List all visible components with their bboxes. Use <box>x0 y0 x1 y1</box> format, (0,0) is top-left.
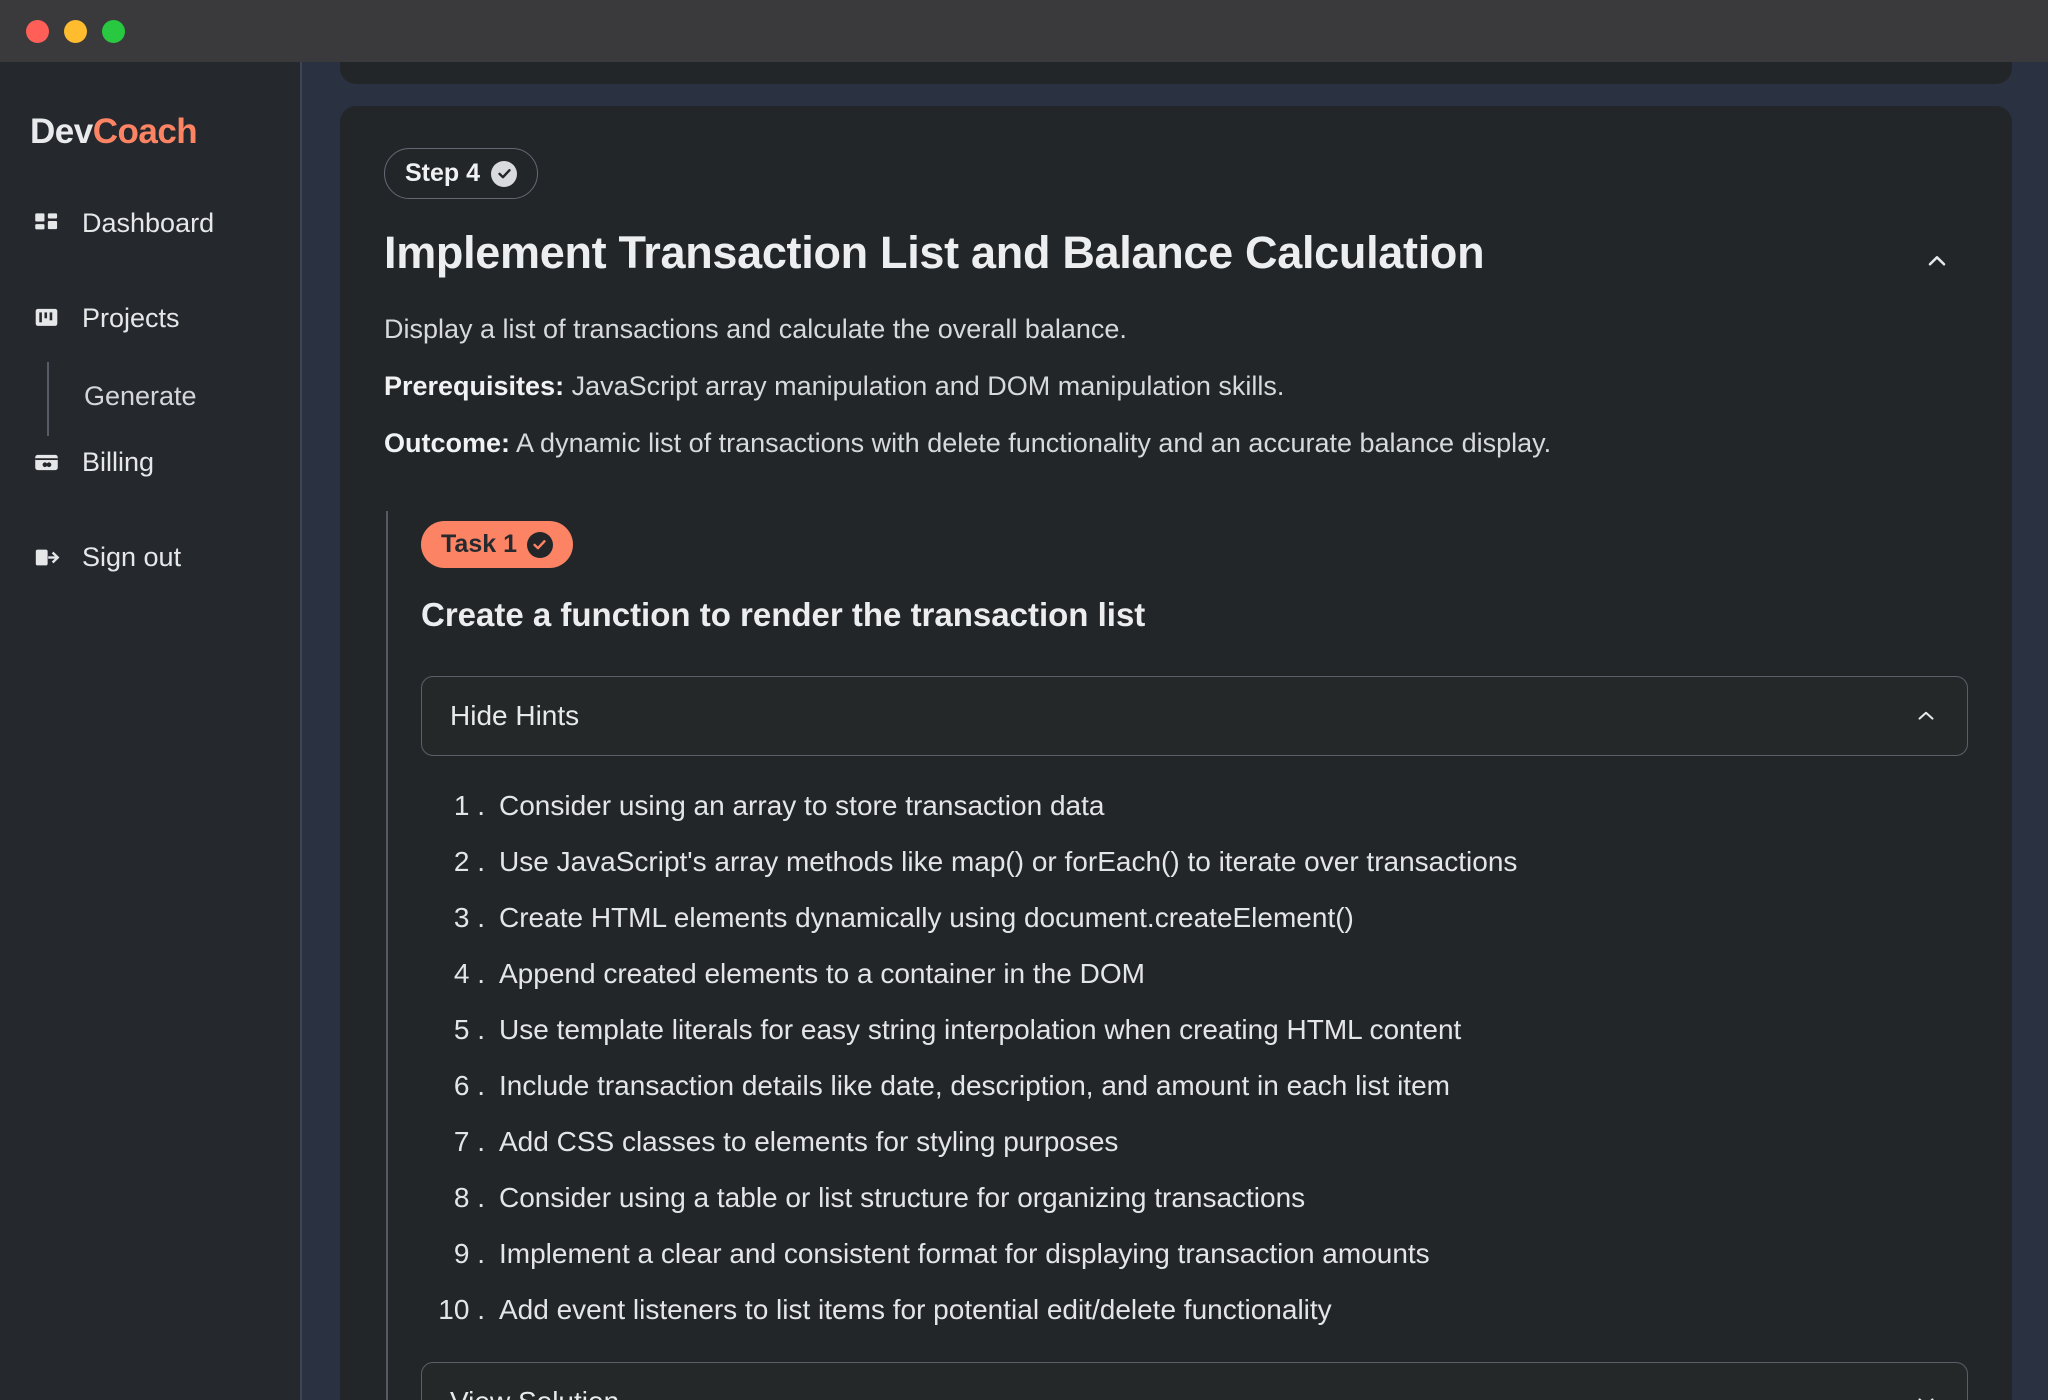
hint-item: 5 . Use template literals for easy string… <box>421 1012 1968 1047</box>
hint-item: 8 . Consider using a table or list struct… <box>421 1180 1968 1215</box>
hint-text: Use template literals for easy string in… <box>499 1014 1462 1046</box>
window-minimize-button[interactable] <box>64 19 87 43</box>
chevron-up-icon <box>1913 703 1939 729</box>
task-block: Task 1 Create a function to render the t… <box>386 511 1968 1400</box>
sidebar-item-label: Billing <box>82 446 155 477</box>
outcome-value: A dynamic list of transactions with dele… <box>516 428 1552 459</box>
window-close-button[interactable] <box>26 19 49 43</box>
hint-item: 7 . Add CSS classes to elements for styli… <box>421 1124 1968 1159</box>
hint-number: 2 . <box>453 846 485 878</box>
logo-text-first: Dev <box>30 112 93 151</box>
hint-number: 9 . <box>453 1238 485 1270</box>
hint-item: 1 . Consider using an array to store tran… <box>421 788 1968 823</box>
page-title: Implement Transaction List and Balance C… <box>384 227 1485 278</box>
hint-text: Add CSS classes to elements for styling … <box>499 1126 1119 1158</box>
previous-step-card-partial[interactable] <box>340 62 2012 84</box>
main-content: Step 4 Implement Transaction List and Ba… <box>304 62 2048 1400</box>
step-header: Implement Transaction List and Balance C… <box>384 228 1968 288</box>
task-badge[interactable]: Task 1 <box>421 521 573 569</box>
hint-text: Implement a clear and consistent format … <box>499 1238 1430 1270</box>
logo-text-second: Coach <box>92 112 198 151</box>
window-zoom-button[interactable] <box>102 19 125 43</box>
hint-number: 8 . <box>453 1182 485 1214</box>
sidebar-nav: Dashboard Projects Generate Billing Sign… <box>0 197 300 583</box>
chevron-up-icon <box>1924 248 1950 274</box>
hint-text: Consider using a table or list structure… <box>499 1182 1306 1214</box>
sidebar-item-generate[interactable]: Generate <box>49 372 300 420</box>
check-circle-icon <box>526 531 553 558</box>
hints-toggle[interactable]: Hide Hints <box>421 676 1968 757</box>
sidebar-item-billing[interactable]: Billing <box>0 436 300 488</box>
hint-text: Create HTML elements dynamically using d… <box>499 902 1354 934</box>
hint-number: 5 . <box>453 1014 485 1046</box>
hint-item: 10 . Add event listeners to list items fo… <box>421 1292 1968 1327</box>
window-titlebar <box>0 0 2048 62</box>
hint-item: 2 . Use JavaScript's array methods like m… <box>421 844 1968 879</box>
hint-item: 9 . Implement a clear and consistent form… <box>421 1236 1968 1271</box>
step-outcome: Outcome: A dynamic list of transactions … <box>384 426 1968 461</box>
app-window: DevCoach Dashboard Projects Generate Bil… <box>0 0 2048 1400</box>
app-logo[interactable]: DevCoach <box>30 114 300 149</box>
sidebar-item-sign-out[interactable]: Sign out <box>0 531 300 583</box>
hint-number: 10 . <box>438 1294 485 1326</box>
prerequisites-label: Prerequisites: <box>384 371 565 402</box>
step-card: Step 4 Implement Transaction List and Ba… <box>340 106 2012 1400</box>
step-badge-label: Step 4 <box>405 159 481 187</box>
projects-board-icon <box>33 305 60 332</box>
sidebar-item-projects[interactable]: Projects <box>0 292 300 344</box>
hint-text: Consider using an array to store transac… <box>499 790 1105 822</box>
outcome-label: Outcome: <box>384 428 511 459</box>
prerequisites-value: JavaScript array manipulation and DOM ma… <box>571 371 1285 402</box>
hint-number: 3 . <box>453 902 485 934</box>
hint-number: 6 . <box>453 1070 485 1102</box>
sidebar-subitem-label: Generate <box>84 380 197 411</box>
solution-toggle-label: View Solution <box>450 1386 619 1400</box>
sidebar-item-label: Sign out <box>82 541 182 572</box>
hint-number: 1 . <box>453 790 485 822</box>
step-description: Display a list of transactions and calcu… <box>384 314 1127 344</box>
sidebar-item-dashboard[interactable]: Dashboard <box>0 197 300 249</box>
step-badge[interactable]: Step 4 <box>384 148 539 199</box>
hint-number: 7 . <box>453 1126 485 1158</box>
sign-out-icon <box>33 544 60 571</box>
solution-toggle[interactable]: View Solution <box>421 1362 1968 1400</box>
hint-number: 4 . <box>453 958 485 990</box>
sidebar: DevCoach Dashboard Projects Generate Bil… <box>0 62 302 1400</box>
task-title: Create a function to render the transact… <box>421 596 1146 634</box>
hints-toggle-label: Hide Hints <box>450 700 580 732</box>
sidebar-item-label: Dashboard <box>82 207 215 238</box>
hint-text: Include transaction details like date, d… <box>499 1070 1450 1102</box>
check-circle-icon <box>491 160 518 187</box>
hint-item: 6 . Include transaction details like date… <box>421 1068 1968 1103</box>
hint-item: 3 . Create HTML elements dynamically usin… <box>421 900 1968 935</box>
credit-card-icon <box>33 449 60 476</box>
task-badge-label: Task 1 <box>441 530 517 559</box>
hint-item: 4 . Append created elements to a containe… <box>421 956 1968 991</box>
step-collapse-button[interactable] <box>1910 234 1964 288</box>
hint-text: Append created elements to a container i… <box>499 958 1145 990</box>
hint-text: Use JavaScript's array methods like map(… <box>499 846 1518 878</box>
sidebar-subnav-projects: Generate <box>47 362 300 436</box>
step-prerequisites: Prerequisites: JavaScript array manipula… <box>384 369 1968 404</box>
dashboard-icon <box>33 210 60 237</box>
hint-text: Add event listeners to list items for po… <box>499 1294 1332 1326</box>
chevron-down-icon <box>1913 1389 1939 1400</box>
sidebar-item-label: Projects <box>82 302 180 333</box>
hints-list: 1 . Consider using an array to store tran… <box>421 788 1968 1327</box>
